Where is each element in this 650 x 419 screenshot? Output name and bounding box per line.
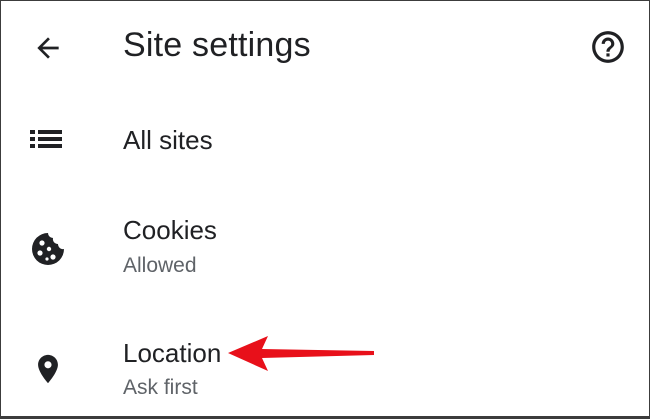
page-title: Site settings: [123, 26, 311, 64]
setting-row-all-sites[interactable]: All sites: [0, 110, 650, 172]
setting-label: Location: [123, 338, 222, 368]
setting-row-cookies[interactable]: Cookies Allowed: [0, 205, 650, 295]
list-icon: [28, 124, 64, 154]
location-pin-icon: [28, 348, 68, 390]
help-circle-icon: [592, 31, 624, 63]
back-button[interactable]: [28, 28, 68, 68]
app-bar: Site settings: [0, 0, 650, 94]
setting-status: Ask first: [123, 376, 198, 399]
arrow-back-icon: [37, 37, 59, 59]
setting-label: Cookies: [123, 215, 217, 245]
setting-label: All sites: [123, 125, 213, 155]
cookie-icon: [28, 229, 68, 269]
red-arrow-pointer: [228, 336, 374, 371]
setting-status: Allowed: [123, 254, 197, 277]
help-button[interactable]: [588, 27, 628, 67]
